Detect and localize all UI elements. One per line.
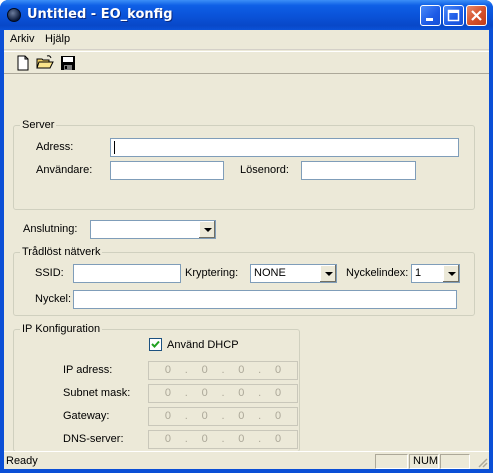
ip-dot-1: . (184, 364, 188, 376)
dns-octet-4: 0 (274, 433, 282, 445)
gateway-dot-3: . (258, 410, 262, 422)
server-legend: Server (20, 119, 57, 131)
maximize-button[interactable] (443, 5, 464, 26)
keyindex-value: 1 (415, 267, 422, 279)
status-pane-caps (375, 454, 408, 469)
gateway-octet-2: 0 (201, 410, 208, 422)
minimize-button[interactable] (420, 5, 441, 26)
user-input[interactable] (110, 161, 224, 180)
subnet-octet-3: 0 (238, 387, 245, 399)
dns-octet-2: 0 (201, 433, 208, 445)
ip-octet-3: 0 (238, 364, 245, 376)
menu-hjalp[interactable]: Hjälp (45, 33, 70, 45)
user-label: Användare: (36, 164, 93, 176)
keyindex-select[interactable]: 1 (411, 264, 460, 283)
close-icon (471, 10, 482, 21)
gateway-dot-2: . (221, 410, 225, 422)
ssid-input[interactable] (73, 264, 181, 283)
subnet-mask-field[interactable]: 0. 0. 0. 0 (148, 384, 298, 403)
toolbar (4, 51, 489, 74)
subnet-dot-1: . (184, 387, 188, 399)
dns-octet-1: 0 (164, 433, 171, 445)
dhcp-checkbox[interactable] (149, 338, 162, 351)
ip-octet-2: 0 (201, 364, 208, 376)
dhcp-label: Använd DHCP (167, 339, 239, 351)
wireless-legend: Trådlöst nätverk (20, 246, 103, 258)
chevron-down-icon[interactable] (319, 265, 336, 282)
encryption-value: NONE (254, 267, 286, 279)
ip-dot-2: . (221, 364, 225, 376)
menu-bar: Arkiv Hjälp (4, 30, 489, 50)
status-text: Ready (6, 455, 38, 467)
wireless-group: Trådlöst nätverk SSID: Kryptering: NONE … (13, 246, 475, 316)
chevron-down-icon[interactable] (198, 221, 215, 238)
save-disk-icon (61, 56, 75, 70)
subnet-octet-2: 0 (201, 387, 208, 399)
encryption-label: Kryptering: (185, 267, 239, 279)
gateway-dot-1: . (184, 410, 188, 422)
client-area: Arkiv Hjälp Server Adress: Användare: Lö… (4, 30, 489, 469)
ssid-label: SSID: (35, 267, 64, 279)
ip-address-label: IP adress: (63, 364, 113, 376)
dns-server-field[interactable]: 0. 0. 0. 0 (148, 430, 298, 449)
ip-octet-4: 0 (274, 364, 282, 376)
open-folder-icon (36, 55, 54, 69)
subnet-dot-3: . (258, 387, 262, 399)
dns-dot-3: . (258, 433, 262, 445)
gateway-label: Gateway: (63, 410, 110, 422)
subnet-dot-2: . (221, 387, 225, 399)
ip-config-legend: IP Konfiguration (20, 323, 103, 335)
encryption-select[interactable]: NONE (250, 264, 337, 283)
app-window: Untitled - EO_konfig Arkiv Hjälp Server … (0, 0, 493, 473)
gateway-octet-3: 0 (238, 410, 245, 422)
new-document-icon (17, 55, 29, 71)
keyindex-label: Nyckelindex: (346, 267, 409, 279)
address-input[interactable] (110, 138, 459, 157)
subnet-octet-4: 0 (274, 387, 282, 399)
status-bar: Ready NUM (4, 451, 489, 469)
key-input[interactable] (73, 290, 457, 309)
resize-grip-icon[interactable] (476, 456, 488, 468)
dns-octet-3: 0 (238, 433, 245, 445)
connection-select[interactable] (90, 220, 216, 239)
form-area: Server Adress: Användare: Lösenord: Ansl… (4, 75, 489, 452)
connection-label: Anslutning: (23, 223, 78, 235)
dns-dot-2: . (221, 433, 225, 445)
open-button[interactable] (36, 54, 54, 72)
ip-address-field[interactable]: 0. 0. 0. 0 (148, 361, 298, 380)
close-button[interactable] (466, 5, 487, 26)
ip-config-group: IP Konfiguration Använd DHCP IP adress: … (13, 323, 300, 452)
status-pane-scroll (440, 454, 470, 469)
subnet-mask-label: Subnet mask: (63, 387, 131, 399)
ip-octet-1: 0 (164, 364, 171, 376)
key-label: Nyckel: (35, 293, 72, 305)
chevron-down-icon[interactable] (442, 265, 459, 282)
status-pane-num: NUM (409, 454, 439, 469)
ip-dot-3: . (258, 364, 262, 376)
checkmark-icon (151, 340, 160, 348)
subnet-octet-1: 0 (164, 387, 171, 399)
gateway-field[interactable]: 0. 0. 0. 0 (148, 407, 298, 426)
window-title: Untitled - EO_konfig (27, 7, 173, 22)
password-label: Lösenord: (240, 164, 289, 176)
server-group: Server Adress: Användare: Lösenord: (13, 119, 475, 210)
app-icon[interactable] (7, 8, 21, 22)
maximize-icon (447, 9, 460, 22)
minimize-icon (426, 18, 433, 21)
dns-dot-1: . (184, 433, 188, 445)
new-button[interactable] (14, 54, 32, 72)
password-input[interactable] (301, 161, 416, 180)
gateway-octet-4: 0 (274, 410, 282, 422)
dns-server-label: DNS-server: (63, 433, 124, 445)
menu-arkiv[interactable]: Arkiv (10, 33, 34, 45)
text-caret (114, 141, 115, 154)
address-label: Adress: (36, 141, 74, 153)
save-button[interactable] (59, 54, 77, 72)
gateway-octet-1: 0 (164, 410, 171, 422)
title-bar[interactable]: Untitled - EO_konfig (0, 0, 493, 30)
